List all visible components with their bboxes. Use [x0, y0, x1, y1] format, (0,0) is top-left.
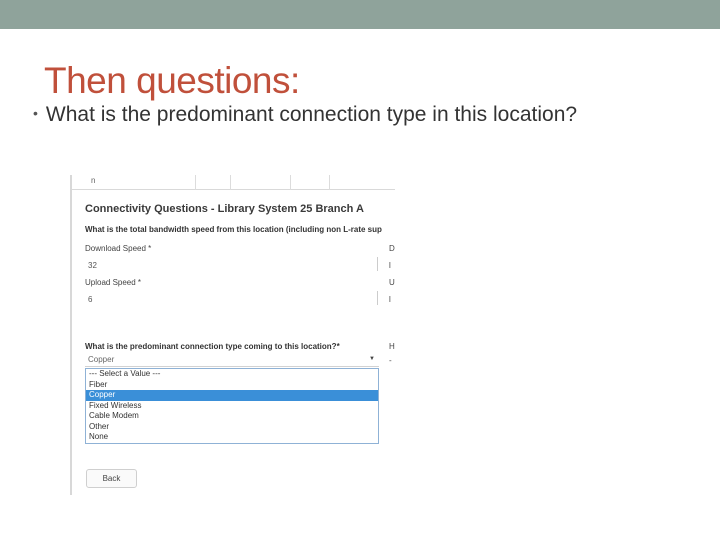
form-screenshot: n Connectivity Questions - Library Syste…: [70, 175, 395, 495]
table-divider: [230, 175, 231, 190]
dropdown-option[interactable]: Cable Modem: [86, 411, 378, 422]
right-column-divider: [377, 291, 378, 305]
dropdown-option[interactable]: --- Select a Value ---: [86, 369, 378, 380]
screenshot-border: [70, 175, 72, 495]
slide-top-bar: [0, 0, 720, 29]
chevron-down-icon[interactable]: ▼: [369, 356, 375, 362]
download-speed-label: Download Speed *: [85, 244, 152, 253]
dropdown-option[interactable]: Fiber: [86, 380, 378, 391]
table-divider: [290, 175, 291, 190]
back-button[interactable]: Back: [86, 469, 137, 488]
connection-type-select[interactable]: Copper ▼: [85, 353, 379, 367]
right-column-field[interactable]: -: [389, 356, 392, 365]
slide-bullet: • What is the predominant connection type…: [33, 103, 577, 127]
bullet-text: What is the predominant connection type …: [45, 103, 578, 126]
bullet-dot-icon: •: [33, 105, 38, 121]
right-column-field[interactable]: l: [389, 295, 391, 304]
upload-speed-label: Upload Speed *: [85, 278, 142, 287]
connection-type-selected-value: Copper: [88, 355, 115, 364]
right-column-label: U: [389, 278, 395, 287]
table-divider: [195, 175, 196, 190]
connection-type-question: What is the predominant connection type …: [85, 342, 340, 351]
form-header: Connectivity Questions - Library System …: [85, 203, 364, 215]
dropdown-option[interactable]: None: [86, 432, 378, 443]
slide-title: Then questions:: [44, 60, 300, 101]
right-column-field[interactable]: l: [389, 261, 391, 270]
top-table-fragment: n: [72, 175, 395, 190]
right-column-label: D: [389, 244, 395, 253]
download-speed-field[interactable]: 32: [88, 261, 97, 270]
upload-speed-field[interactable]: 6: [88, 295, 92, 304]
dropdown-option[interactable]: Fixed Wireless: [86, 401, 378, 412]
dropdown-option[interactable]: Other: [86, 422, 378, 433]
table-divider: [329, 175, 330, 190]
connection-type-options: --- Select a Value --- Fiber Copper Fixed W…: [85, 368, 379, 444]
table-cell-text: n: [91, 176, 96, 185]
bandwidth-question: What is the total bandwidth speed from t…: [85, 225, 382, 234]
right-column-divider: [377, 257, 378, 271]
dropdown-option[interactable]: Copper: [86, 390, 378, 401]
right-column-label: H: [389, 342, 395, 351]
